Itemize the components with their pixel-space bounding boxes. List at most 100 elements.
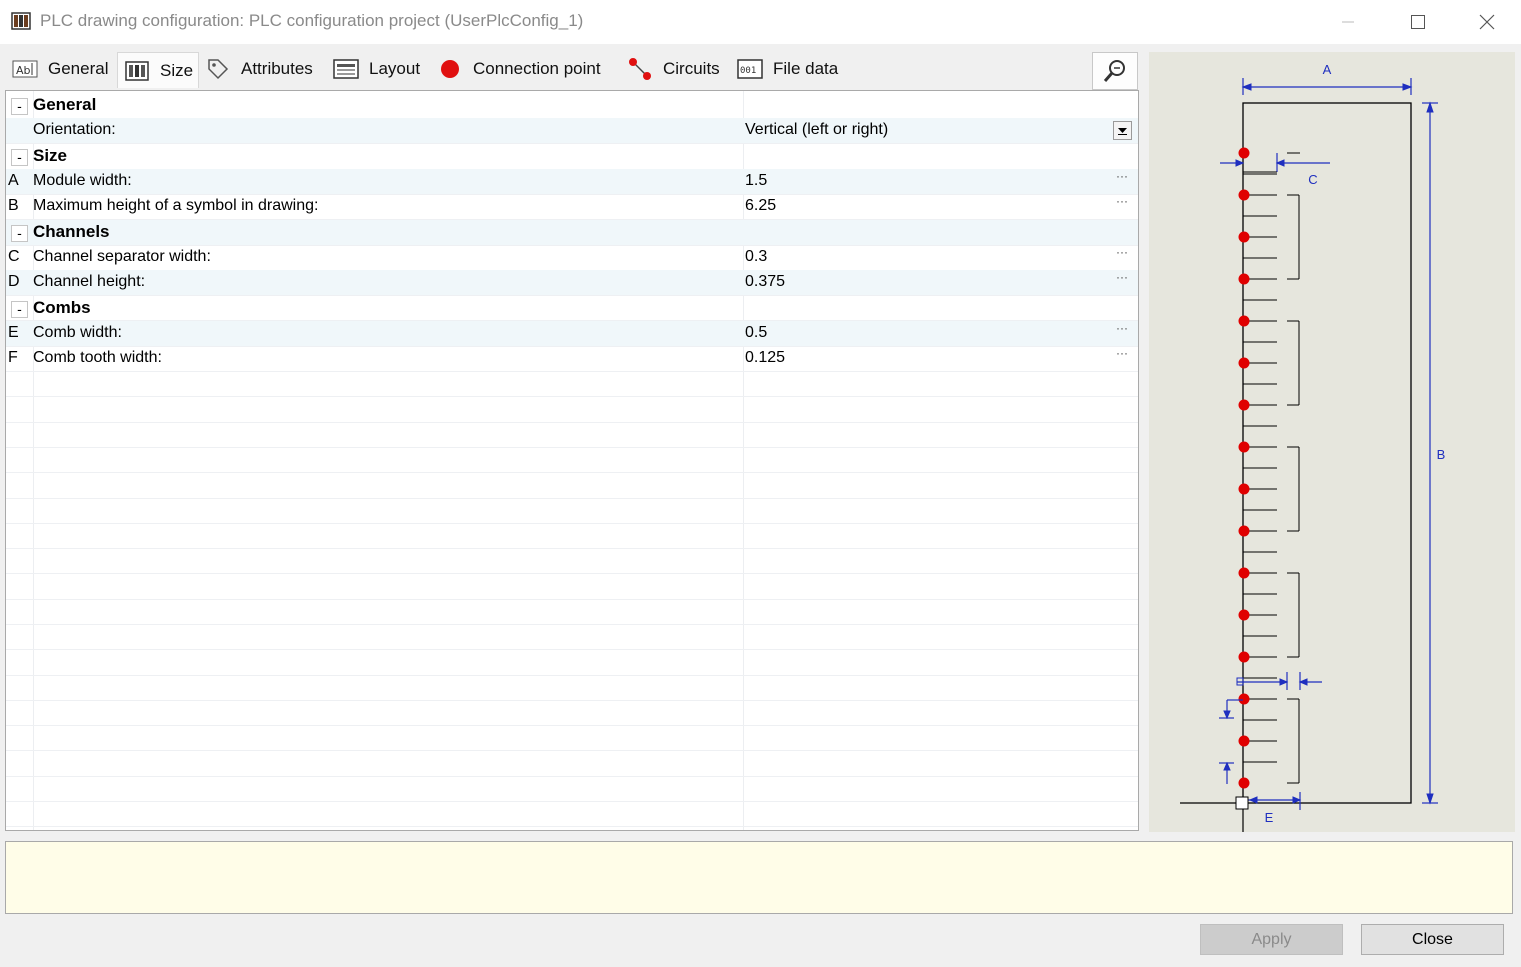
ellipsis-button[interactable]: ··· <box>1116 169 1128 183</box>
property-value[interactable]: 6.25 <box>745 197 776 215</box>
apply-button[interactable]: Apply <box>1200 924 1343 955</box>
tab-label: Connection point <box>473 59 601 78</box>
category-label: Size <box>33 146 68 165</box>
property-name: Orientation: <box>33 121 116 138</box>
window-close-button[interactable] <box>1464 0 1510 44</box>
dropdown-button[interactable] <box>1113 121 1132 140</box>
size-preview-panel: A B C E <box>1149 52 1515 832</box>
dimension-b <box>1422 101 1438 805</box>
connection-point-dot <box>1238 525 1250 537</box>
connection-point-dot <box>1238 609 1250 621</box>
connection-point-dot <box>1238 777 1250 789</box>
text-field-icon: Ab <box>12 57 38 81</box>
tab-label: Layout <box>369 59 421 78</box>
minimize-button[interactable] <box>1325 0 1371 44</box>
category-row-size[interactable]: - Size <box>6 144 1138 169</box>
ellipsis-button[interactable]: ··· <box>1116 321 1128 335</box>
property-row-module-width[interactable]: A Module width: 1.5 ··· <box>6 169 1138 194</box>
tab-attributes[interactable]: Attributes <box>199 52 327 86</box>
connection-point-dot <box>1238 315 1250 327</box>
tab-strip: Ab General Size Attributes Layout Connec… <box>6 52 1141 90</box>
maximize-icon <box>1411 15 1425 29</box>
ellipsis-button[interactable]: ··· <box>1116 346 1128 360</box>
property-row-max-symbol-height[interactable]: B Maximum height of a symbol in drawing:… <box>6 194 1138 219</box>
property-name: Maximum height of a symbol in drawing: <box>33 197 319 214</box>
property-name: Module width: <box>33 172 132 189</box>
property-letter: A <box>8 172 19 189</box>
grid-line <box>6 826 1138 827</box>
dimension-label-a: A <box>1323 62 1332 77</box>
grid-line <box>6 801 1138 802</box>
collapse-toggle[interactable]: - <box>11 301 28 318</box>
grid-line <box>6 649 1138 650</box>
dimension-f <box>1236 672 1322 690</box>
property-row-channel-separator-width[interactable]: C Channel separator width: 0.3 ··· <box>6 245 1138 270</box>
tab-label: General <box>48 59 109 78</box>
property-row-channel-height[interactable]: D Channel height: 0.375 ··· <box>6 270 1138 295</box>
grid-line <box>6 498 1138 499</box>
tab-size[interactable]: Size <box>117 52 199 88</box>
grid-line <box>6 675 1138 676</box>
title-bar: PLC drawing configuration: PLC configura… <box>0 0 1521 44</box>
property-name: Channel height: <box>33 273 146 290</box>
grid-line <box>6 523 1138 524</box>
tab-connection-point[interactable]: Connection point <box>431 52 621 86</box>
dimension-label-b: B <box>1437 447 1446 462</box>
connection-point-dot <box>1238 693 1250 705</box>
category-row-channels[interactable]: - Channels <box>6 220 1138 245</box>
maximize-button[interactable] <box>1395 0 1441 44</box>
property-value[interactable]: 0.3 <box>745 248 767 266</box>
collapse-toggle[interactable]: - <box>11 98 28 115</box>
connection-point-dot <box>1238 273 1250 285</box>
chevron-down-icon <box>1118 128 1127 135</box>
grid-line <box>6 750 1138 751</box>
grid-line <box>6 700 1138 701</box>
plc-dimension-diagram: A B C E <box>1180 62 1446 832</box>
tag-icon <box>205 57 231 81</box>
dimension-e <box>1243 792 1302 810</box>
property-grid: - General Orientation: Vertical (left or… <box>5 90 1139 831</box>
ellipsis-button[interactable]: ··· <box>1116 245 1128 259</box>
svg-text:001: 001 <box>740 66 756 76</box>
connection-point-dot <box>1238 735 1250 747</box>
connection-point-dot <box>1238 147 1250 159</box>
zoom-preview-button[interactable] <box>1092 52 1138 90</box>
property-letter: F <box>8 349 18 366</box>
property-letter: E <box>8 324 19 341</box>
grid-line <box>6 548 1138 549</box>
category-label: Combs <box>33 298 91 317</box>
orientation-select[interactable]: Vertical (left or right) <box>745 121 888 139</box>
magnifier-icon <box>1103 60 1125 82</box>
property-value[interactable]: 0.125 <box>745 349 785 367</box>
property-name: Comb width: <box>33 324 122 341</box>
connection-point-dot <box>1238 357 1250 369</box>
tab-general[interactable]: Ab General <box>6 52 118 86</box>
dimension-c <box>1220 153 1330 172</box>
property-row-comb-tooth-width[interactable]: F Comb tooth width: 0.125 ··· <box>6 346 1138 371</box>
tab-file-data[interactable]: 001 File data <box>731 52 851 86</box>
collapse-toggle[interactable]: - <box>11 149 28 166</box>
minimize-icon <box>1342 21 1354 23</box>
tab-layout[interactable]: Layout <box>327 52 431 86</box>
tab-label: Size <box>160 60 194 80</box>
property-row-comb-width[interactable]: E Comb width: 0.5 ··· <box>6 321 1138 346</box>
close-button[interactable]: Close <box>1361 924 1504 955</box>
connection-point-dot <box>1238 189 1250 201</box>
grid-line <box>6 396 1138 397</box>
connection-point-dot <box>1238 651 1250 663</box>
circuit-icon <box>627 57 653 81</box>
red-dot-icon <box>437 57 463 81</box>
ellipsis-button[interactable]: ··· <box>1116 270 1128 284</box>
property-row-orientation[interactable]: Orientation: Vertical (left or right) <box>6 118 1138 143</box>
property-value[interactable]: 1.5 <box>745 172 767 190</box>
property-value[interactable]: 0.375 <box>745 273 785 291</box>
layout-icon <box>333 57 359 81</box>
category-row-general[interactable]: - General <box>6 93 1138 118</box>
ellipsis-button[interactable]: ··· <box>1116 194 1128 208</box>
app-icon <box>11 11 31 31</box>
tab-circuits[interactable]: Circuits <box>621 52 731 86</box>
category-row-combs[interactable]: - Combs <box>6 296 1138 321</box>
collapse-toggle[interactable]: - <box>11 225 28 242</box>
property-value[interactable]: 0.5 <box>745 324 767 342</box>
category-label: General <box>33 95 97 114</box>
